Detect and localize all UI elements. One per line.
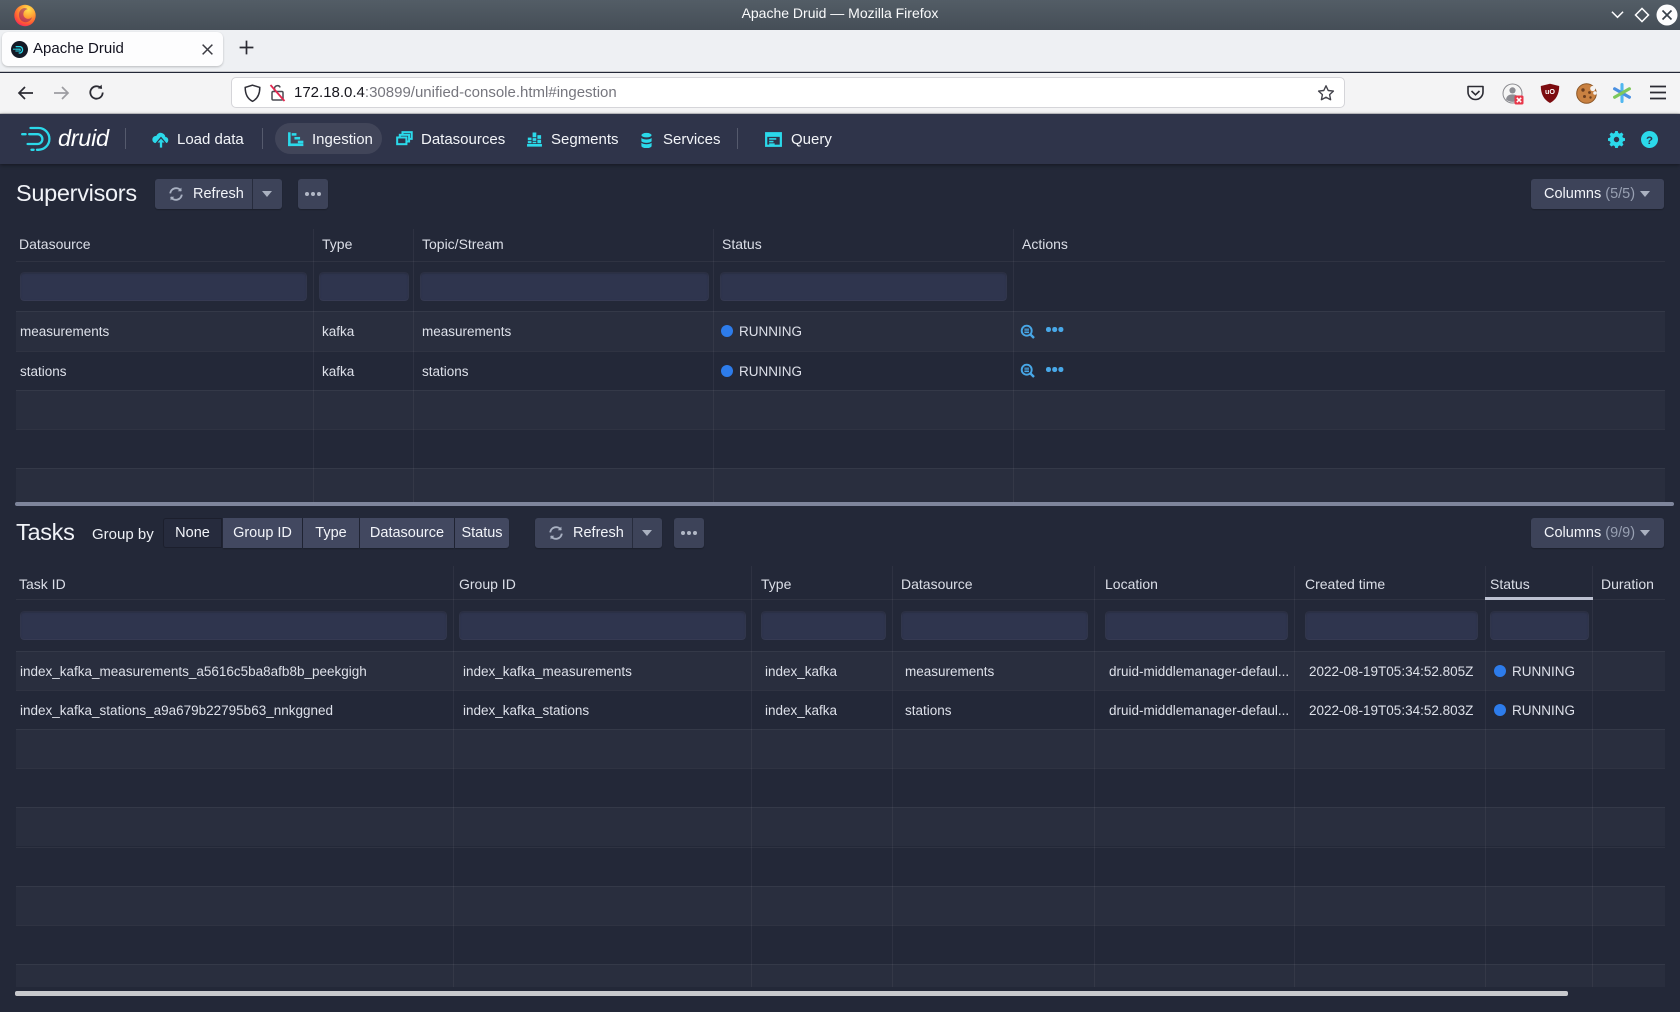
svg-text:?: ? [1646,135,1653,147]
svg-text:uO: uO [1545,87,1555,96]
